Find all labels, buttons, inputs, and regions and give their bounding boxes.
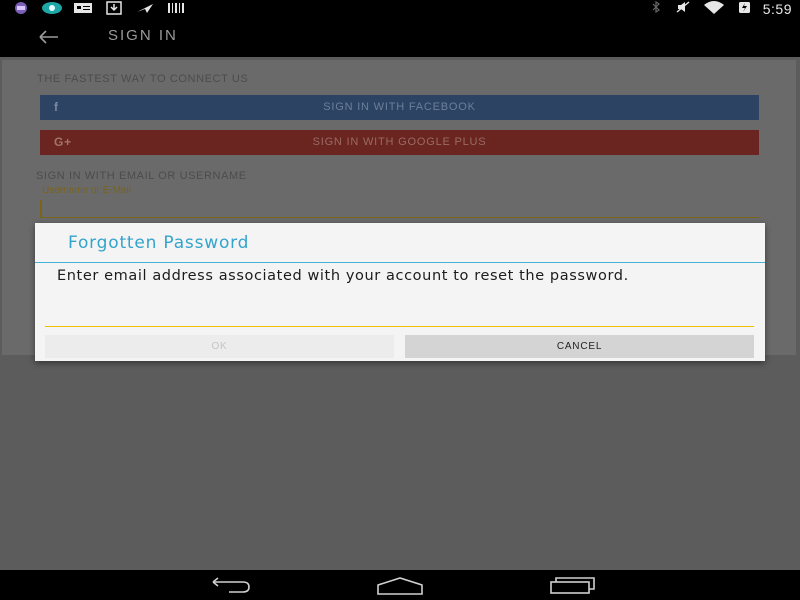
page-title: SIGN IN [108, 27, 178, 44]
status-bar: 5:59 [0, 0, 800, 17]
ok-button[interactable]: OK [45, 335, 394, 358]
cancel-button[interactable]: CANCEL [405, 335, 754, 358]
forgotten-password-dialog: Forgotten Password Enter email address a… [35, 223, 765, 361]
back-button[interactable] [34, 25, 62, 49]
dialog-title: Forgotten Password [68, 233, 250, 253]
download-icon [103, 1, 125, 15]
wifi-icon [703, 0, 725, 18]
facebook-button-label: SIGN IN WITH FACEBOOK [323, 101, 476, 113]
status-bar-system: 5:59 [649, 0, 792, 17]
barcode-icon [165, 1, 187, 15]
arrow-left-icon [39, 30, 58, 44]
recents-icon [550, 577, 595, 594]
status-time: 5:59 [762, 0, 792, 17]
email-field[interactable] [45, 311, 754, 327]
app-icon [10, 1, 32, 15]
back-icon [212, 577, 250, 593]
browser-icon [41, 1, 63, 15]
airplane-notice-icon [134, 1, 156, 15]
battery-charging-icon [737, 0, 751, 18]
facebook-sign-in-button[interactable]: f SIGN IN WITH FACEBOOK [40, 95, 759, 120]
mute-icon [675, 0, 691, 18]
notification-card-icon [72, 1, 94, 15]
username-input[interactable] [40, 200, 760, 218]
navigation-bar [0, 570, 800, 600]
bluetooth-icon [649, 0, 663, 18]
google-button-label: SIGN IN WITH GOOGLE PLUS [312, 136, 487, 148]
nav-recents-button[interactable] [548, 575, 596, 595]
nav-back-button[interactable] [205, 575, 253, 595]
email-section-label: SIGN IN WITH EMAIL OR USERNAME [36, 170, 247, 182]
app-bar: SIGN IN [0, 17, 800, 57]
fastest-way-label: THE FASTEST WAY TO CONNECT US [37, 73, 249, 85]
google-plus-sign-in-button[interactable]: G+ SIGN IN WITH GOOGLE PLUS [40, 130, 759, 155]
status-bar-notifications [10, 1, 187, 15]
home-icon [377, 577, 423, 595]
dialog-title-divider [35, 262, 765, 263]
nav-home-button[interactable] [375, 575, 425, 595]
dialog-message: Enter email address associated with your… [57, 268, 629, 284]
username-hint: Username or E-Mail [42, 185, 131, 196]
